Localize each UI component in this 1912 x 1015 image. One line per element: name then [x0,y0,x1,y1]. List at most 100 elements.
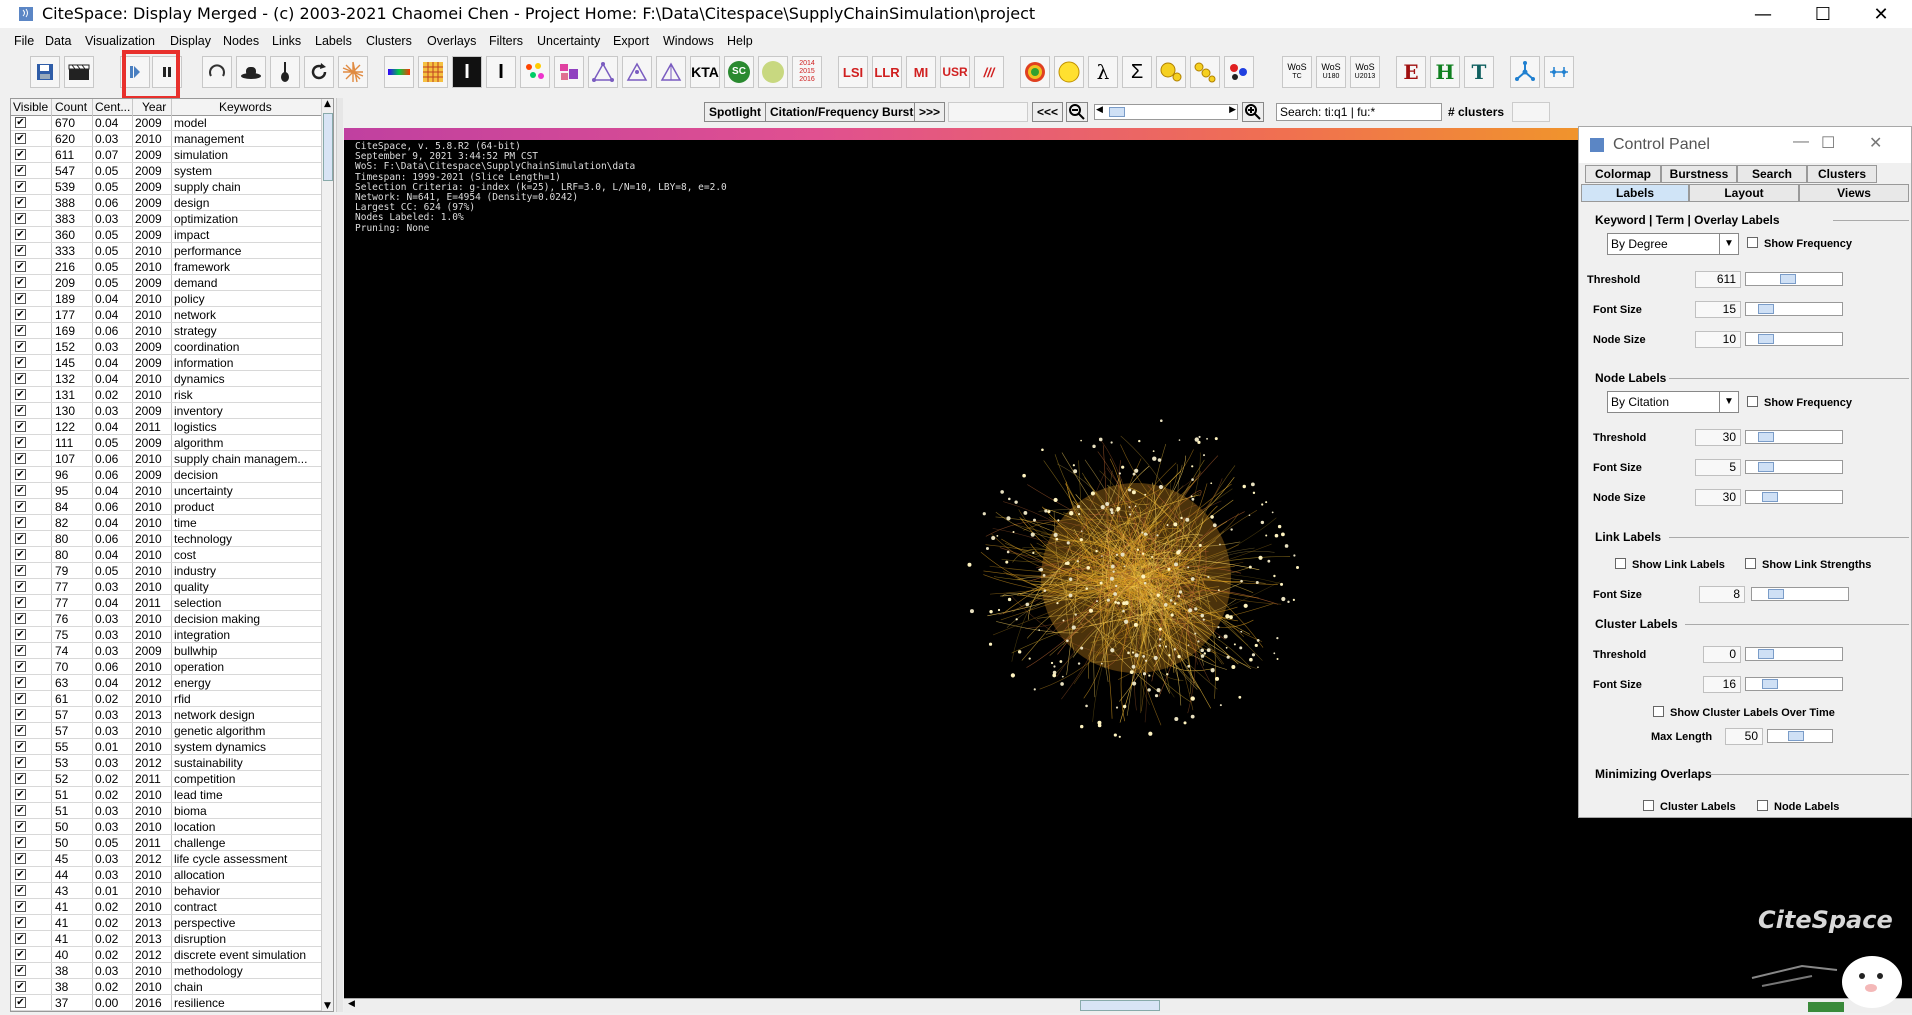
slider-right-arrow-icon[interactable]: ▶ [1229,105,1236,115]
node-font-size-slider[interactable] [1745,460,1843,474]
slider-thumb[interactable] [1758,304,1774,314]
slash-button[interactable]: /// [974,56,1004,88]
visible-checkbox[interactable]: ✔ [15,501,26,512]
visible-checkbox[interactable]: ✔ [15,837,26,848]
cluster-font-size-slider[interactable] [1745,677,1843,691]
canvas-scrollbar[interactable]: ◀ [344,998,1912,1013]
target-button[interactable] [1020,56,1050,88]
scroll-thumb[interactable] [323,113,333,181]
table-row[interactable]: ✔ 43 0.01 2010 behavior [11,883,321,899]
keyword-label-mode-select[interactable]: By Degree ▼ [1607,233,1739,255]
table-row[interactable]: ✔ 111 0.05 2009 algorithm [11,435,321,451]
slider-thumb[interactable] [1758,432,1774,442]
visible-checkbox[interactable]: ✔ [15,405,26,416]
visible-checkbox[interactable]: ✔ [15,309,26,320]
table-row[interactable]: ✔ 40 0.02 2012 discrete event simulation [11,947,321,963]
show-link-strengths-checkbox[interactable]: Show Link Strengths [1745,557,1871,571]
table-row[interactable]: ✔ 80 0.04 2010 cost [11,547,321,563]
table-row[interactable]: ✔ 84 0.06 2010 product [11,499,321,515]
node-font-size-value[interactable]: 5 [1695,459,1741,476]
visible-checkbox[interactable]: ✔ [15,773,26,784]
table-row[interactable]: ✔ 51 0.03 2010 bioma [11,803,321,819]
burst-button[interactable]: Citation/Frequency Burst [765,102,919,122]
mi-button[interactable]: MI [906,56,936,88]
slider-left-arrow-icon[interactable]: ◀ [1096,105,1103,115]
cluster-threshold-slider[interactable] [1745,647,1843,661]
timeline-years-button[interactable]: 2014 2015 2016 [792,56,822,88]
zoom-in-button[interactable] [1242,102,1264,122]
menu-windows[interactable]: Windows [663,34,714,48]
burst-layout-button[interactable] [338,56,368,88]
visible-checkbox[interactable]: ✔ [15,757,26,768]
blank-field[interactable] [948,102,1028,122]
table-row[interactable]: ✔ 547 0.05 2009 system [11,163,321,179]
menu-data[interactable]: Data [45,34,71,48]
table-row[interactable]: ✔ 38 0.02 2010 chain [11,979,321,995]
visible-checkbox[interactable]: ✔ [15,661,26,672]
sc-button[interactable]: SC [724,56,754,88]
refresh-button[interactable] [304,56,334,88]
h-button[interactable]: H [1430,56,1460,88]
node-size-slider[interactable] [1745,490,1843,504]
visible-checkbox[interactable]: ✔ [15,373,26,384]
lambda-button[interactable]: λ [1088,56,1118,88]
visible-checkbox[interactable]: ✔ [15,485,26,496]
tab-views[interactable]: Views [1799,184,1909,202]
scroll-up-icon[interactable]: ▲ [324,99,331,109]
visible-checkbox[interactable]: ✔ [15,453,26,464]
colorbar-button[interactable] [384,56,414,88]
table-row[interactable]: ✔ 177 0.04 2010 network [11,307,321,323]
max-length-value[interactable]: 50 [1725,728,1763,745]
table-row[interactable]: ✔ 107 0.06 2010 supply chain managem... [11,451,321,467]
table-row[interactable]: ✔ 74 0.03 2009 bullwhip [11,643,321,659]
visible-checkbox[interactable]: ✔ [15,677,26,688]
visible-checkbox[interactable]: ✔ [15,277,26,288]
slider-thumb[interactable] [1762,492,1778,502]
visible-checkbox[interactable]: ✔ [15,949,26,960]
zoom-out-button[interactable] [1066,102,1088,122]
visible-checkbox[interactable]: ✔ [15,917,26,928]
table-row[interactable]: ✔ 63 0.04 2012 energy [11,675,321,691]
minimize-cluster-labels-checkbox[interactable]: Cluster Labels [1643,799,1736,813]
table-row[interactable]: ✔ 209 0.05 2009 demand [11,275,321,291]
table-row[interactable]: ✔ 79 0.05 2010 industry [11,563,321,579]
visible-checkbox[interactable]: ✔ [15,117,26,128]
table-row[interactable]: ✔ 44 0.03 2010 allocation [11,867,321,883]
visible-checkbox[interactable]: ✔ [15,357,26,368]
menu-file[interactable]: File [14,34,34,48]
node-label-mode-select[interactable]: By Citation ▼ [1607,391,1739,413]
hat-button[interactable] [236,56,266,88]
table-row[interactable]: ✔ 670 0.04 2009 model [11,115,321,131]
kw-node-size-slider[interactable] [1745,332,1843,346]
table-row[interactable]: ✔ 189 0.04 2010 policy [11,291,321,307]
visible-checkbox[interactable]: ✔ [15,165,26,176]
menu-export[interactable]: Export [613,34,649,48]
table-row[interactable]: ✔ 388 0.06 2009 design [11,195,321,211]
table-row[interactable]: ✔ 57 0.03 2013 network design [11,707,321,723]
visible-checkbox[interactable]: ✔ [15,213,26,224]
dots-button[interactable] [520,56,550,88]
menu-overlays[interactable]: Overlays [427,34,476,48]
visible-checkbox[interactable]: ✔ [15,885,26,896]
visible-checkbox[interactable]: ✔ [15,565,26,576]
tab-labels[interactable]: Labels [1581,184,1689,202]
visible-checkbox[interactable]: ✔ [15,693,26,704]
table-row[interactable]: ✔ 96 0.06 2009 decision [11,467,321,483]
table-row[interactable]: ✔ 61 0.02 2010 rfid [11,691,321,707]
visible-checkbox[interactable]: ✔ [15,997,26,1008]
menu-visualization[interactable]: Visualization [85,34,155,48]
chain-bubble-button[interactable] [1190,56,1220,88]
bubble-button[interactable] [1156,56,1186,88]
layout-circle-button[interactable] [202,56,232,88]
clusters-field[interactable] [1512,102,1550,122]
visible-checkbox[interactable]: ✔ [15,181,26,192]
visible-checkbox[interactable]: ✔ [15,853,26,864]
visible-checkbox[interactable]: ✔ [15,341,26,352]
heatmap-grid-button[interactable] [418,56,448,88]
table-row[interactable]: ✔ 620 0.03 2010 management [11,131,321,147]
col-year[interactable]: Year [142,100,166,114]
scroll-left-icon[interactable]: ◀ [348,999,355,1009]
triangle-c-button[interactable] [656,56,686,88]
table-row[interactable]: ✔ 132 0.04 2010 dynamics [11,371,321,387]
table-row[interactable]: ✔ 130 0.03 2009 inventory [11,403,321,419]
